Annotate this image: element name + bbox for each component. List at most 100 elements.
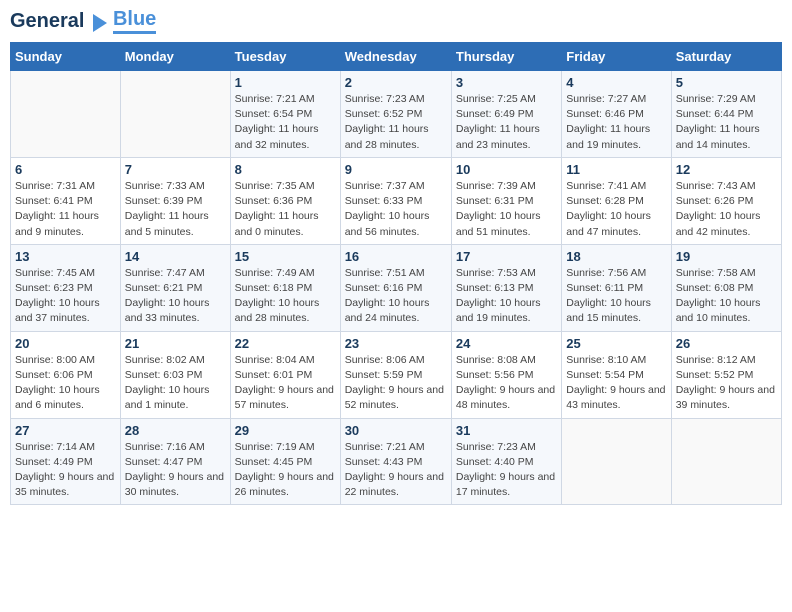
header-cell-monday: Monday — [120, 43, 230, 71]
day-cell: 19Sunrise: 7:58 AMSunset: 6:08 PMDayligh… — [671, 244, 781, 331]
day-detail: Sunrise: 7:23 AMSunset: 6:52 PMDaylight:… — [345, 92, 447, 153]
day-number: 5 — [676, 75, 777, 90]
day-number: 23 — [345, 336, 447, 351]
day-cell: 18 Sunrise: 7:56 AMSunset: 6:11 PMDayligh… — [562, 244, 671, 331]
day-number: 18 — [566, 249, 666, 264]
logo-text-general: General — [10, 10, 84, 32]
day-cell: 7Sunrise: 7:33 AMSunset: 6:39 PMDaylight… — [120, 157, 230, 244]
page-header: General Blue — [10, 10, 782, 34]
day-number: 13 — [15, 249, 116, 264]
day-detail: Sunrise: 7:21 AMSunset: 6:54 PMDaylight:… — [235, 92, 336, 153]
calendar-table: SundayMondayTuesdayWednesdayThursdayFrid… — [10, 42, 782, 505]
day-detail: Sunrise: 7:39 AMSunset: 6:31 PMDaylight:… — [456, 179, 557, 240]
day-number: 4 — [566, 75, 666, 90]
day-detail: Sunrise: 7:16 AMSunset: 4:47 PMDaylight:… — [125, 440, 226, 501]
header-cell-saturday: Saturday — [671, 43, 781, 71]
day-detail: Sunrise: 8:04 AMSunset: 6:01 PMDaylight:… — [235, 353, 336, 414]
day-number: 20 — [15, 336, 116, 351]
day-detail: Sunrise: 8:00 AMSunset: 6:06 PMDaylight:… — [15, 353, 116, 414]
day-detail: Sunrise: 7:21 AMSunset: 4:43 PMDaylight:… — [345, 440, 447, 501]
day-number: 26 — [676, 336, 777, 351]
day-cell: 31Sunrise: 7:23 AMSunset: 4:40 PMDayligh… — [451, 418, 561, 505]
day-number: 3 — [456, 75, 557, 90]
logo-combined: General Blue — [10, 10, 156, 34]
day-number: 28 — [125, 423, 226, 438]
day-detail: Sunrise: 7:31 AMSunset: 6:41 PMDaylight:… — [15, 179, 116, 240]
day-cell: 12 Sunrise: 7:43 AMSunset: 6:26 PMDayligh… — [671, 157, 781, 244]
day-detail: Sunrise: 8:06 AMSunset: 5:59 PMDaylight:… — [345, 353, 447, 414]
day-cell: 22 Sunrise: 8:04 AMSunset: 6:01 PMDayligh… — [230, 331, 340, 418]
day-number: 11 — [566, 162, 666, 177]
week-row-4: 20 Sunrise: 8:00 AMSunset: 6:06 PMDayligh… — [11, 331, 782, 418]
day-detail: Sunrise: 7:27 AMSunset: 6:46 PMDaylight:… — [566, 92, 666, 153]
week-row-2: 6 Sunrise: 7:31 AMSunset: 6:41 PMDaylight… — [11, 157, 782, 244]
day-detail: Sunrise: 7:49 AMSunset: 6:18 PMDaylight:… — [235, 266, 336, 327]
day-detail: Sunrise: 7:25 AMSunset: 6:49 PMDaylight:… — [456, 92, 557, 153]
day-cell: 13 Sunrise: 7:45 AMSunset: 6:23 PMDayligh… — [11, 244, 121, 331]
day-number: 21 — [125, 336, 226, 351]
day-number: 22 — [235, 336, 336, 351]
day-cell — [11, 71, 121, 158]
day-cell: 4 Sunrise: 7:27 AMSunset: 6:46 PMDaylight… — [562, 71, 671, 158]
day-cell — [562, 418, 671, 505]
day-cell: 1Sunrise: 7:21 AMSunset: 6:54 PMDaylight… — [230, 71, 340, 158]
day-cell: 6 Sunrise: 7:31 AMSunset: 6:41 PMDaylight… — [11, 157, 121, 244]
day-number: 27 — [15, 423, 116, 438]
day-cell: 5 Sunrise: 7:29 AMSunset: 6:44 PMDaylight… — [671, 71, 781, 158]
day-detail: Sunrise: 7:47 AMSunset: 6:21 PMDaylight:… — [125, 266, 226, 327]
day-number: 15 — [235, 249, 336, 264]
day-cell: 10 Sunrise: 7:39 AMSunset: 6:31 PMDayligh… — [451, 157, 561, 244]
logo-arrow-icon — [89, 12, 111, 34]
day-detail: Sunrise: 8:12 AMSunset: 5:52 PMDaylight:… — [676, 353, 777, 414]
header-cell-friday: Friday — [562, 43, 671, 71]
day-cell: 29 Sunrise: 7:19 AMSunset: 4:45 PMDayligh… — [230, 418, 340, 505]
header-row: SundayMondayTuesdayWednesdayThursdayFrid… — [11, 43, 782, 71]
header-cell-tuesday: Tuesday — [230, 43, 340, 71]
day-number: 14 — [125, 249, 226, 264]
day-number: 17 — [456, 249, 557, 264]
day-cell: 15 Sunrise: 7:49 AMSunset: 6:18 PMDayligh… — [230, 244, 340, 331]
day-number: 29 — [235, 423, 336, 438]
day-cell: 11 Sunrise: 7:41 AMSunset: 6:28 PMDayligh… — [562, 157, 671, 244]
day-cell: 3 Sunrise: 7:25 AMSunset: 6:49 PMDaylight… — [451, 71, 561, 158]
day-detail: Sunrise: 7:14 AMSunset: 4:49 PMDaylight:… — [15, 440, 116, 501]
day-number: 6 — [15, 162, 116, 177]
day-cell — [120, 71, 230, 158]
day-detail: Sunrise: 8:08 AMSunset: 5:56 PMDaylight:… — [456, 353, 557, 414]
day-detail: Sunrise: 7:56 AMSunset: 6:11 PMDaylight:… — [566, 266, 666, 327]
day-detail: Sunrise: 8:10 AMSunset: 5:54 PMDaylight:… — [566, 353, 666, 414]
day-detail: Sunrise: 7:19 AMSunset: 4:45 PMDaylight:… — [235, 440, 336, 501]
day-number: 12 — [676, 162, 777, 177]
day-detail: Sunrise: 7:29 AMSunset: 6:44 PMDaylight:… — [676, 92, 777, 153]
day-cell: 26 Sunrise: 8:12 AMSunset: 5:52 PMDayligh… — [671, 331, 781, 418]
week-row-5: 27 Sunrise: 7:14 AMSunset: 4:49 PMDayligh… — [11, 418, 782, 505]
day-detail: Sunrise: 7:37 AMSunset: 6:33 PMDaylight:… — [345, 179, 447, 240]
day-cell: 24 Sunrise: 8:08 AMSunset: 5:56 PMDayligh… — [451, 331, 561, 418]
day-detail: Sunrise: 7:58 AMSunset: 6:08 PMDaylight:… — [676, 266, 777, 327]
day-number: 8 — [235, 162, 336, 177]
day-cell: 27 Sunrise: 7:14 AMSunset: 4:49 PMDayligh… — [11, 418, 121, 505]
day-cell: 20 Sunrise: 8:00 AMSunset: 6:06 PMDayligh… — [11, 331, 121, 418]
day-cell: 25Sunrise: 8:10 AMSunset: 5:54 PMDayligh… — [562, 331, 671, 418]
day-cell: 2Sunrise: 7:23 AMSunset: 6:52 PMDaylight… — [340, 71, 451, 158]
day-cell: 14 Sunrise: 7:47 AMSunset: 6:21 PMDayligh… — [120, 244, 230, 331]
logo: General Blue — [10, 10, 156, 34]
day-number: 10 — [456, 162, 557, 177]
day-number: 16 — [345, 249, 447, 264]
header-cell-thursday: Thursday — [451, 43, 561, 71]
day-number: 9 — [345, 162, 447, 177]
day-cell: 16Sunrise: 7:51 AMSunset: 6:16 PMDayligh… — [340, 244, 451, 331]
day-detail: Sunrise: 7:43 AMSunset: 6:26 PMDaylight:… — [676, 179, 777, 240]
week-row-3: 13 Sunrise: 7:45 AMSunset: 6:23 PMDayligh… — [11, 244, 782, 331]
day-cell: 30 Sunrise: 7:21 AMSunset: 4:43 PMDayligh… — [340, 418, 451, 505]
day-detail: Sunrise: 7:45 AMSunset: 6:23 PMDaylight:… — [15, 266, 116, 327]
week-row-1: 1Sunrise: 7:21 AMSunset: 6:54 PMDaylight… — [11, 71, 782, 158]
day-cell: 9 Sunrise: 7:37 AMSunset: 6:33 PMDaylight… — [340, 157, 451, 244]
day-number: 30 — [345, 423, 447, 438]
header-cell-sunday: Sunday — [11, 43, 121, 71]
header-cell-wednesday: Wednesday — [340, 43, 451, 71]
day-cell: 28 Sunrise: 7:16 AMSunset: 4:47 PMDayligh… — [120, 418, 230, 505]
day-number: 24 — [456, 336, 557, 351]
logo-line — [113, 31, 156, 34]
day-detail: Sunrise: 7:41 AMSunset: 6:28 PMDaylight:… — [566, 179, 666, 240]
